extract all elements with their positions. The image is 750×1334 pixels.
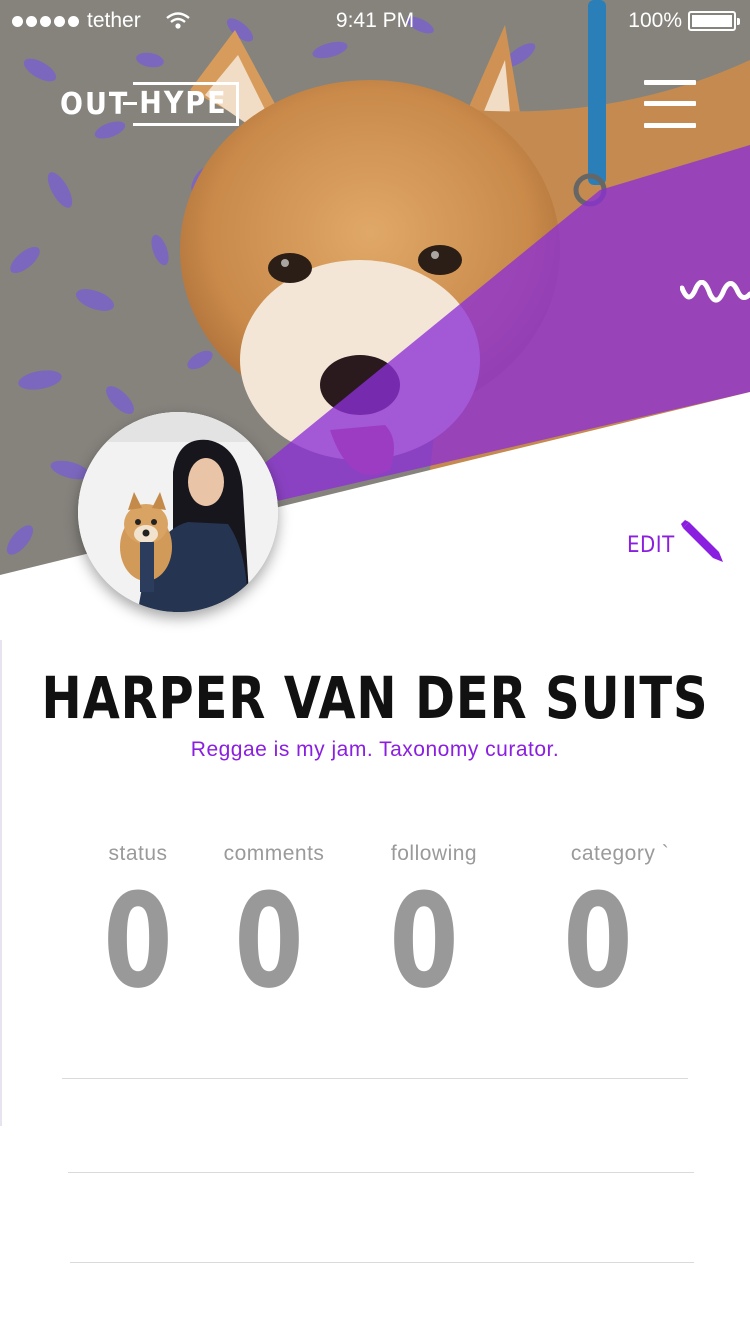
logo-text-out: OUT [60, 86, 130, 122]
hamburger-menu-icon[interactable] [644, 80, 698, 132]
edit-label: EDIT [627, 533, 675, 558]
logo-text-hype: HYPE [123, 82, 239, 126]
status-bar: tether 9:41 PM 100% [0, 0, 750, 40]
battery-percent: 100% [628, 9, 682, 32]
avatar[interactable] [78, 412, 278, 612]
app-logo[interactable]: OUT HYPE [60, 82, 239, 126]
stat-label: comments [223, 842, 325, 865]
avatar-photo [78, 412, 278, 612]
profile-name: HARPER VAN DER SUITS [41, 664, 709, 732]
stat-category[interactable]: category ` 0 [540, 842, 700, 1016]
divider [70, 1262, 694, 1263]
pencil-icon [680, 520, 723, 562]
profile-bio: Reggae is my jam. Taxonomy curator. [190, 738, 560, 761]
stat-label: following [390, 842, 478, 865]
stat-value: 0 [234, 865, 304, 1017]
stat-comments[interactable]: comments 0 [194, 842, 354, 1016]
stat-value: 0 [563, 865, 633, 1017]
divider [68, 1172, 694, 1173]
stat-value: 0 [389, 865, 459, 1017]
divider [62, 1078, 688, 1079]
stat-following[interactable]: following 0 [354, 842, 514, 1016]
stat-label: category ` [570, 842, 670, 865]
battery-icon [688, 11, 740, 31]
stats-row: status 0 comments 0 following 0 category… [0, 842, 750, 1022]
stat-value: 0 [103, 865, 173, 1017]
wave-icon [680, 280, 750, 303]
edit-profile-button[interactable]: EDIT [627, 512, 727, 564]
status-right: 100% [628, 9, 740, 33]
